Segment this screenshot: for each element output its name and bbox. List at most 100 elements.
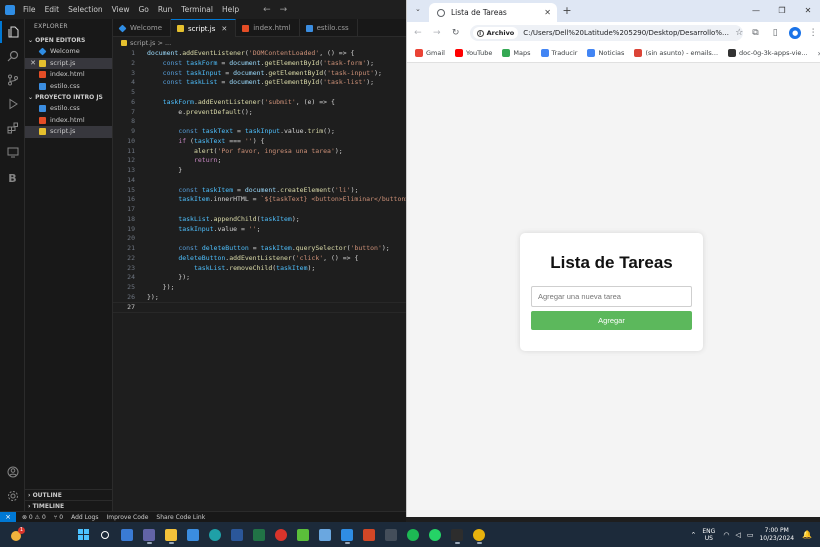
code-line[interactable]: 22 deleteButton.addEventListener('click'…	[113, 254, 406, 264]
editor-tab-script-js[interactable]: script.js ✕	[171, 19, 237, 37]
code-line[interactable]: 19 taskInput.value = '';	[113, 225, 406, 235]
menu-run[interactable]: Run	[158, 5, 172, 14]
code-line[interactable]: 2 const taskForm = document.getElementBy…	[113, 59, 406, 69]
battery-icon[interactable]: ▭	[747, 531, 754, 539]
open-editors-header[interactable]: ⌄ OPEN EDITORS	[25, 35, 112, 46]
wifi-icon[interactable]: ◠	[723, 531, 729, 539]
taskbar-edge-icon[interactable]	[204, 524, 226, 545]
code-line[interactable]: 6 taskForm.addEventListener('submit', (e…	[113, 98, 406, 108]
close-tab-icon[interactable]: ✕	[221, 25, 227, 33]
account-icon[interactable]	[0, 461, 25, 483]
bookmark-noticias[interactable]: Noticias	[587, 49, 624, 57]
taskbar-excel-icon[interactable]	[248, 524, 270, 545]
code-line[interactable]: 21 const deleteButton = taskItem.querySe…	[113, 244, 406, 254]
back-arrow-icon[interactable]: ←	[263, 5, 271, 15]
extensions-icon[interactable]	[0, 117, 25, 139]
taskbar-terminal-icon[interactable]	[446, 524, 468, 545]
menu-help[interactable]: Help	[222, 5, 239, 14]
code-line[interactable]: 13 }	[113, 166, 406, 176]
status-share-code-link[interactable]: Share Code Link	[156, 514, 205, 521]
code-line[interactable]: 27	[113, 301, 406, 314]
back-button-icon[interactable]: ←	[410, 28, 426, 38]
open-editor-item[interactable]: ✕ script.js	[25, 57, 112, 69]
browser-tab-active[interactable]: Lista de Tareas ✕	[429, 3, 557, 22]
taskbar-search-icon[interactable]	[94, 524, 116, 545]
menu-terminal[interactable]: Terminal	[181, 5, 213, 14]
code-line[interactable]: 24 });	[113, 273, 406, 283]
taskbar-widgets-icon[interactable]	[116, 524, 138, 545]
bookmark-gmail[interactable]: Gmail	[415, 49, 445, 57]
project-folder-header[interactable]: ⌄ PROYECTO INTRO JS	[25, 92, 112, 103]
code-line[interactable]: 20	[113, 234, 406, 244]
project-file-item[interactable]: estilo.css	[25, 103, 112, 115]
taskbar-spotify-icon[interactable]	[402, 524, 424, 545]
close-window-icon[interactable]: ✕	[795, 0, 820, 22]
code-line[interactable]: 11 alert('Por favor, ingresa una tarea')…	[113, 147, 406, 157]
bookmark-doc-0g-3k-apps-vie[interactable]: doc-0g-3k-apps-vie...	[728, 49, 808, 57]
task-input[interactable]	[531, 286, 692, 307]
taskbar-store-icon[interactable]	[182, 524, 204, 545]
menu-selection[interactable]: Selection	[68, 5, 103, 14]
restore-icon[interactable]: ❐	[769, 0, 795, 22]
code-line[interactable]: 9 const taskText = taskInput.value.trim(…	[113, 127, 406, 137]
code-line[interactable]: 4 const taskList = document.getElementBy…	[113, 78, 406, 88]
open-editor-item[interactable]: Welcome	[25, 46, 112, 58]
language-indicator[interactable]: ENG US	[702, 528, 715, 542]
taskbar-opera-icon[interactable]	[270, 524, 292, 545]
code-editor[interactable]: 1 document.addEventListener('DOMContentLo…	[113, 49, 406, 511]
code-line[interactable]: 26});	[113, 293, 406, 303]
open-editor-item[interactable]: index.html	[25, 69, 112, 81]
kebab-menu-icon[interactable]: ⋮	[805, 28, 820, 38]
code-line[interactable]: 14	[113, 176, 406, 186]
reload-icon[interactable]: ↻	[448, 28, 464, 38]
tab-search-chevron-icon[interactable]: ⌄	[415, 5, 421, 13]
code-line[interactable]: 23 taskList.removeChild(taskItem);	[113, 264, 406, 274]
taskbar-whatsapp-icon[interactable]	[424, 524, 446, 545]
code-line[interactable]: 5	[113, 88, 406, 98]
taskbar-file-explorer-icon[interactable]	[160, 524, 182, 545]
bookmark-star-icon[interactable]: ☆	[735, 28, 743, 38]
code-line[interactable]: 10 if (taskText === '') {	[113, 137, 406, 147]
project-file-item[interactable]: script.js	[25, 126, 112, 138]
code-line[interactable]: 8	[113, 117, 406, 127]
editor-tab-estilo-css[interactable]: estilo.css	[300, 19, 358, 37]
bookmark-maps[interactable]: Maps	[502, 49, 531, 57]
minimize-icon[interactable]: —	[743, 0, 769, 22]
new-tab-button[interactable]: +	[559, 3, 575, 19]
status-improve-code[interactable]: Improve Code	[106, 514, 148, 521]
side-panel-icon[interactable]: ▯	[767, 28, 783, 38]
weather-widget-icon[interactable]: 1	[8, 527, 25, 543]
code-line[interactable]: 17	[113, 205, 406, 215]
remote-indicator-icon[interactable]: ⨯	[0, 511, 16, 523]
menu-file[interactable]: File	[23, 5, 36, 14]
menu-go[interactable]: Go	[138, 5, 148, 14]
blackbox-extension-icon[interactable]: B	[0, 167, 25, 189]
run-debug-icon[interactable]	[0, 93, 25, 115]
notification-bell-icon[interactable]: 🔔	[802, 530, 812, 539]
bookmark-sin-asunto-emails[interactable]: (sin asunto) - emails...	[634, 49, 718, 57]
timeline-header[interactable]: › TIMELINE	[25, 500, 113, 511]
forward-arrow-icon[interactable]: →	[280, 5, 288, 15]
taskbar-teams-icon[interactable]	[138, 524, 160, 545]
bookmark-traducir[interactable]: Traducir	[540, 49, 577, 57]
code-line[interactable]: 3 const taskInput = document.getElementB…	[113, 69, 406, 79]
editor-tab-index-html[interactable]: index.html	[236, 19, 300, 37]
taskbar-photos-icon[interactable]	[314, 524, 336, 545]
taskbar-media-icon[interactable]	[380, 524, 402, 545]
outline-header[interactable]: › OUTLINE	[25, 489, 113, 500]
taskbar-powerpoint-icon[interactable]	[358, 524, 380, 545]
menu-edit[interactable]: Edit	[45, 5, 60, 14]
code-line[interactable]: 16 taskItem.innerHTML = `${taskText} <bu…	[113, 195, 406, 205]
extensions-puzzle-icon[interactable]: ⧉	[747, 28, 763, 38]
open-editor-item[interactable]: estilo.css	[25, 81, 112, 93]
menu-view[interactable]: View	[112, 5, 130, 14]
bookmark-youtube[interactable]: YouTube	[454, 49, 492, 57]
breadcrumb[interactable]: script.js > ...	[113, 37, 406, 49]
taskbar-chrome-icon[interactable]	[468, 524, 490, 545]
gear-icon[interactable]	[0, 485, 25, 507]
status-add-logs[interactable]: Add Logs	[71, 514, 98, 521]
code-line[interactable]: 12 return;	[113, 156, 406, 166]
close-tab-icon[interactable]: ✕	[544, 8, 551, 17]
forward-button-icon[interactable]: →	[429, 28, 445, 38]
clock[interactable]: 7:00 PM 10/23/2024	[759, 527, 794, 543]
